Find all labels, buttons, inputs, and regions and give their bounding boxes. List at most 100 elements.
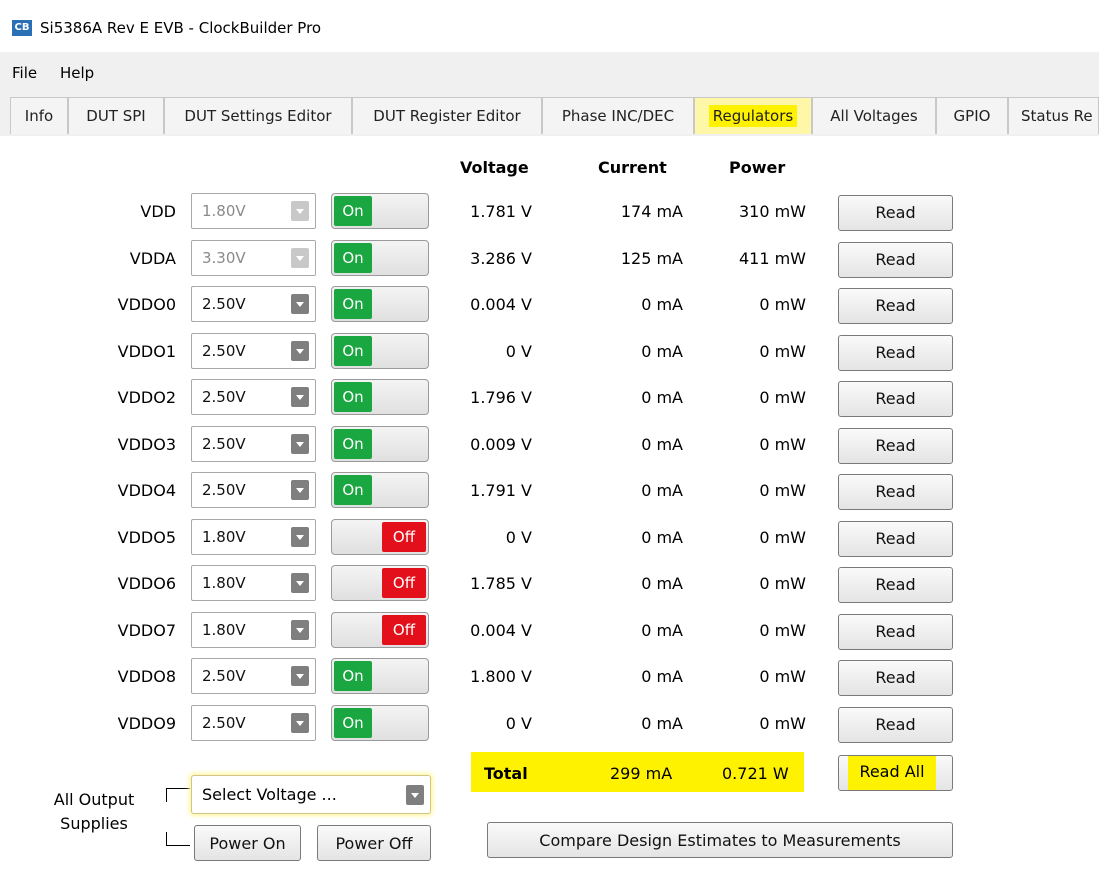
regulator-name-label: VDDO0 — [117, 295, 176, 314]
measured-current: 125 mA — [620, 249, 683, 268]
toggle-off-indicator: Off — [382, 568, 426, 598]
measured-power: 0 mW — [759, 481, 806, 500]
power-toggle[interactable]: On — [331, 658, 429, 694]
power-toggle[interactable]: On — [331, 426, 429, 462]
read-button[interactable]: Read — [838, 614, 953, 650]
read-button[interactable]: Read — [838, 707, 953, 743]
toggle-on-indicator: On — [334, 289, 372, 319]
read-button[interactable]: Read — [838, 521, 953, 557]
header-power: Power — [729, 158, 786, 177]
measured-power: 0 mW — [759, 295, 806, 314]
measured-voltage: 1.791 V — [470, 481, 532, 500]
measured-voltage: 0 V — [505, 528, 532, 547]
power-toggle[interactable]: On — [331, 705, 429, 741]
read-button[interactable]: Read — [838, 195, 953, 231]
measured-current: 0 mA — [641, 574, 683, 593]
measured-voltage: 1.800 V — [470, 667, 532, 686]
measured-power: 0 mW — [759, 621, 806, 640]
read-button[interactable]: Read — [838, 381, 953, 417]
voltage-setting-value: 2.50V — [202, 481, 246, 499]
voltage-setting-value: 3.30V — [202, 249, 246, 267]
voltage-setting-value: 1.80V — [202, 202, 246, 220]
voltage-setting-dropdown[interactable]: 2.50V — [191, 705, 316, 741]
power-toggle[interactable]: On — [331, 193, 429, 229]
power-toggle[interactable]: Off — [331, 612, 429, 648]
power-toggle[interactable]: On — [331, 286, 429, 322]
power-toggle[interactable]: On — [331, 379, 429, 415]
chevron-down-icon — [291, 387, 309, 407]
measured-voltage: 0.004 V — [470, 295, 532, 314]
read-button[interactable]: Read — [838, 474, 953, 510]
tab-info[interactable]: Info — [10, 97, 68, 134]
tab-gpio[interactable]: GPIO — [936, 97, 1008, 134]
voltage-setting-dropdown[interactable]: 2.50V — [191, 426, 316, 462]
measured-current: 0 mA — [641, 342, 683, 361]
header-voltage: Voltage — [460, 158, 529, 177]
read-button[interactable]: Read — [838, 660, 953, 696]
app-logo-icon: CB — [12, 20, 32, 36]
voltage-setting-value: 2.50V — [202, 388, 246, 406]
power-off-all-button[interactable]: Power Off — [317, 825, 431, 861]
measured-current: 0 mA — [641, 528, 683, 547]
toggle-on-indicator: On — [334, 475, 372, 505]
select-voltage-dropdown[interactable]: Select Voltage ... — [191, 775, 431, 814]
tab-status-report[interactable]: Status Re — [1008, 97, 1099, 134]
toggle-off-indicator: Off — [382, 615, 426, 645]
menu-file[interactable]: File — [12, 64, 37, 82]
voltage-setting-value: 2.50V — [202, 342, 246, 360]
read-button[interactable]: Read — [838, 567, 953, 603]
power-toggle[interactable]: On — [331, 472, 429, 508]
toggle-on-indicator: On — [334, 708, 372, 738]
voltage-setting-dropdown[interactable]: 2.50V — [191, 472, 316, 508]
measured-power: 0 mW — [759, 528, 806, 547]
tab-dut-settings-editor[interactable]: DUT Settings Editor — [164, 97, 352, 134]
voltage-setting-dropdown[interactable]: 2.50V — [191, 286, 316, 322]
power-toggle[interactable]: On — [331, 240, 429, 276]
measured-power: 310 mW — [738, 202, 806, 221]
power-toggle[interactable]: On — [331, 333, 429, 369]
read-button[interactable]: Read — [838, 288, 953, 324]
voltage-setting-value: 2.50V — [202, 295, 246, 313]
tab-all-voltages[interactable]: All Voltages — [812, 97, 936, 134]
chevron-down-icon — [291, 480, 309, 500]
regulator-name-label: VDDA — [129, 249, 176, 268]
toggle-off-indicator: Off — [382, 522, 426, 552]
toggle-on-indicator: On — [334, 196, 372, 226]
regulator-name-label: VDDO5 — [117, 528, 176, 547]
tab-dut-register-editor[interactable]: DUT Register Editor — [352, 97, 542, 134]
voltage-setting-value: 2.50V — [202, 714, 246, 732]
tab-phase-inc-dec[interactable]: Phase INC/DEC — [542, 97, 694, 134]
power-on-all-button[interactable]: Power On — [194, 825, 301, 861]
voltage-setting-dropdown[interactable]: 2.50V — [191, 658, 316, 694]
total-label: Total — [484, 764, 528, 783]
voltage-setting-dropdown[interactable]: 2.50V — [191, 333, 316, 369]
measured-power: 0 mW — [759, 574, 806, 593]
chevron-down-icon — [406, 785, 424, 805]
toggle-on-indicator: On — [334, 382, 372, 412]
read-button[interactable]: Read — [838, 428, 953, 464]
voltage-setting-value: 2.50V — [202, 667, 246, 685]
title-bar: CB Si5386A Rev E EVB - ClockBuilder Pro — [0, 0, 1099, 52]
voltage-setting-dropdown[interactable]: 1.80V — [191, 612, 316, 648]
voltage-setting-dropdown: 3.30V — [191, 240, 316, 276]
measured-voltage: 0 V — [505, 714, 532, 733]
tab-regulators[interactable]: Regulators — [694, 97, 812, 134]
read-button[interactable]: Read — [838, 242, 953, 278]
regulator-name-label: VDDO3 — [117, 435, 176, 454]
voltage-setting-dropdown[interactable]: 1.80V — [191, 519, 316, 555]
voltage-setting-dropdown[interactable]: 2.50V — [191, 379, 316, 415]
power-toggle[interactable]: Off — [331, 519, 429, 555]
chevron-down-icon — [291, 527, 309, 547]
tab-dut-spi[interactable]: DUT SPI — [68, 97, 164, 134]
compare-estimates-button[interactable]: Compare Design Estimates to Measurements — [487, 822, 953, 858]
power-toggle[interactable]: Off — [331, 565, 429, 601]
chevron-down-icon — [291, 713, 309, 733]
bracket-bottom — [166, 832, 179, 846]
chevron-down-icon — [291, 341, 309, 361]
read-button[interactable]: Read — [838, 335, 953, 371]
voltage-setting-dropdown[interactable]: 1.80V — [191, 565, 316, 601]
measured-power: 0 mW — [759, 667, 806, 686]
chevron-down-icon — [291, 666, 309, 686]
bracket-bottom-tick — [178, 845, 190, 846]
menu-help[interactable]: Help — [60, 64, 94, 82]
